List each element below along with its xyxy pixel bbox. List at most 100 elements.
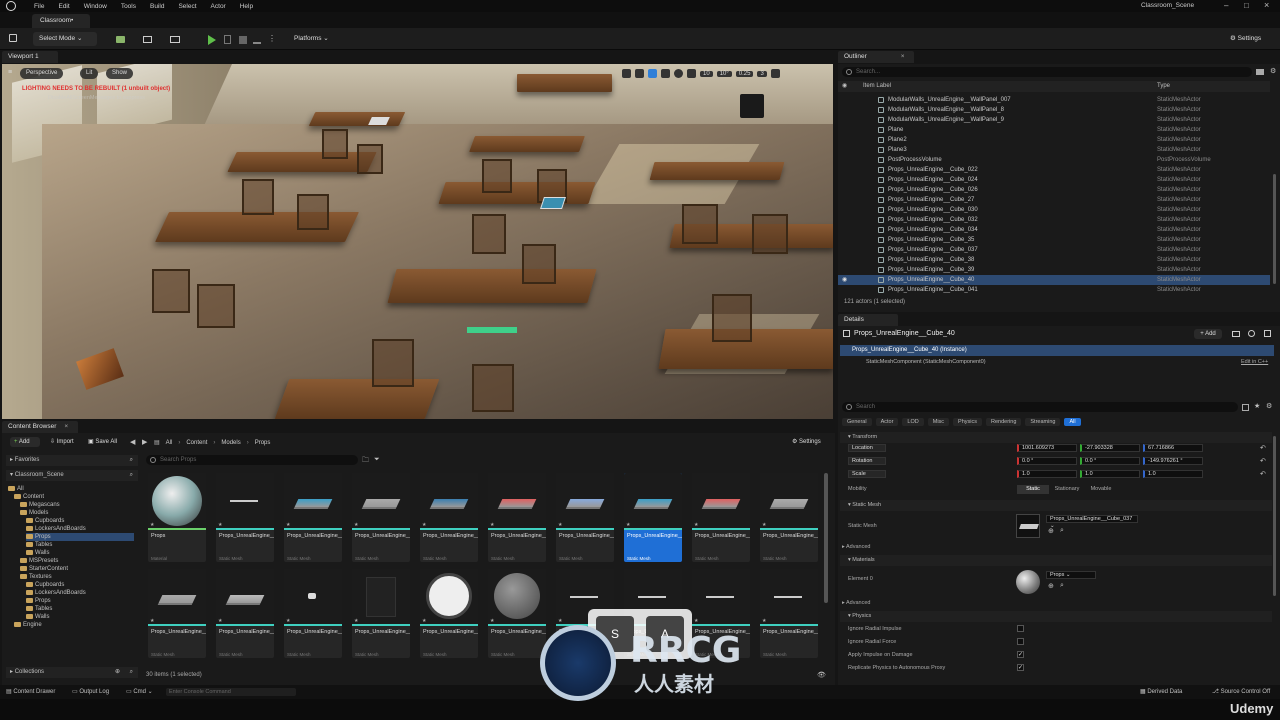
filter-tab-all[interactable]: All: [1064, 417, 1081, 426]
chair[interactable]: [242, 179, 274, 215]
desk[interactable]: [469, 136, 585, 152]
reset-icon[interactable]: ↶: [1260, 470, 1266, 478]
menu-actor[interactable]: Actor: [211, 3, 226, 10]
filter-tab-streaming[interactable]: Streaming: [1025, 417, 1061, 426]
outliner-tab[interactable]: Outliner ×: [838, 51, 914, 63]
desk[interactable]: [274, 379, 440, 419]
chair[interactable]: [372, 339, 414, 387]
star-icon[interactable]: ★: [490, 522, 494, 528]
menu-build[interactable]: Build: [150, 3, 164, 10]
desk[interactable]: [387, 269, 597, 303]
project-header[interactable]: ▾ Classroom_Scene ⌕: [6, 470, 138, 481]
viewport-tab[interactable]: Viewport 1: [2, 51, 58, 63]
advanced-toggle[interactable]: ▸ Advanced: [842, 544, 870, 550]
asset-tile[interactable]: ★ Props_UnrealEngine__Cylinder_001 Static …: [352, 569, 410, 658]
add-collection-icon[interactable]: ⊕: [115, 667, 120, 678]
chair[interactable]: [197, 284, 235, 328]
chair[interactable]: [482, 159, 512, 193]
filter-tab-general[interactable]: General: [842, 417, 872, 426]
import-button[interactable]: ⇩ Import: [50, 437, 74, 447]
mobility-movable-button[interactable]: Movable: [1085, 485, 1117, 494]
star-icon[interactable]: ★: [694, 522, 698, 528]
outliner-row[interactable]: Props_UnrealEngine__Cube_38 StaticMeshAct…: [838, 255, 1270, 265]
maximize-viewport-icon[interactable]: [770, 69, 780, 78]
select-mode-dropdown[interactable]: Select Mode ⌄: [33, 32, 97, 46]
outliner-row[interactable]: Props_UnrealEngine__Cube_030 StaticMeshAc…: [838, 205, 1270, 215]
transform-section[interactable]: ▾ Transform: [840, 432, 1272, 443]
outliner-row[interactable]: Plane3 StaticMeshActor: [838, 145, 1270, 155]
rotation-z-field[interactable]: -149.976261 °: [1143, 457, 1203, 465]
help-icon[interactable]: [1248, 330, 1255, 337]
breadcrumb-item[interactable]: Props: [255, 440, 271, 446]
filter-tab-misc[interactable]: Misc: [927, 417, 950, 426]
add-component-button[interactable]: + Add: [1194, 329, 1222, 339]
grid-view-icon[interactable]: [1242, 404, 1249, 411]
asset-tile[interactable]: ★ Props_UnrealEngine__Cube_037 Static Mesh: [624, 473, 682, 562]
star-icon[interactable]: ★: [150, 618, 154, 624]
star-icon[interactable]: ★: [558, 522, 562, 528]
folder-tree-item[interactable]: Walls: [26, 613, 134, 621]
breadcrumb-item[interactable]: All: [166, 440, 173, 446]
save-all-button[interactable]: ▣ Save All: [88, 437, 117, 447]
folder-tree-item[interactable]: Tables: [26, 541, 134, 549]
chair[interactable]: [522, 244, 556, 284]
folder-tree-item[interactable]: Walls: [26, 549, 134, 557]
physics-checkbox[interactable]: ✓: [1017, 664, 1024, 671]
asset-tile[interactable]: ★ Props_UnrealEngine__Cube_030 Static Mesh: [420, 473, 478, 562]
folder-add-icon[interactable]: [1256, 69, 1264, 75]
folder-tree-item[interactable]: Tables: [26, 605, 134, 613]
more-options-icon[interactable]: ⋮: [268, 34, 276, 43]
visibility-eye-icon[interactable]: ◉: [842, 275, 847, 285]
star-icon[interactable]: ★: [1254, 402, 1260, 410]
star-icon[interactable]: ★: [218, 522, 222, 528]
use-selected-icon[interactable]: ⊕: [1048, 582, 1054, 590]
search-icon[interactable]: ⌕: [130, 470, 133, 481]
details-tab[interactable]: Details: [838, 314, 898, 326]
minimize-icon[interactable]: –: [1224, 1, 1228, 10]
outliner-row[interactable]: Props_UnrealEngine__Cube_041 StaticMeshAc…: [838, 285, 1270, 295]
filter-tab-physics[interactable]: Physics: [953, 417, 982, 426]
folder-tree-item[interactable]: Props: [26, 533, 134, 541]
folder-tree-item[interactable]: Engine: [14, 621, 134, 629]
filter-tab-actor[interactable]: Actor: [875, 417, 899, 426]
cinematics-icon[interactable]: [170, 36, 180, 43]
star-icon[interactable]: ★: [558, 618, 562, 624]
details-search-input[interactable]: Search: [842, 402, 1238, 412]
derived-data-button[interactable]: ▦ Derived Data: [1140, 685, 1182, 699]
mesh-thumbnail[interactable]: [1016, 514, 1040, 538]
breadcrumb-item[interactable]: Models: [221, 440, 240, 446]
col-type[interactable]: Type: [1157, 81, 1170, 92]
menu-help[interactable]: Help: [240, 3, 253, 10]
asset-tile[interactable]: ★ Props_UnrealEngine__Cube_042 Static Mesh: [760, 473, 818, 562]
outliner-row[interactable]: Props_UnrealEngine__Cube_026 StaticMeshAc…: [838, 185, 1270, 195]
location-z-field[interactable]: 67.716866: [1143, 444, 1203, 452]
rotation-snap-value[interactable]: 10°: [716, 70, 732, 77]
breadcrumb-item[interactable]: Content: [186, 440, 207, 446]
folder-tree-item[interactable]: Textures: [20, 573, 134, 581]
search-icon[interactable]: ⌕: [130, 455, 133, 466]
surface-snap-icon[interactable]: [687, 69, 696, 78]
desk[interactable]: [438, 182, 596, 204]
book-prop[interactable]: [368, 117, 390, 125]
teacher-desk[interactable]: [517, 74, 612, 92]
outliner-row[interactable]: Props_UnrealEngine__Cube_024 StaticMeshAc…: [838, 175, 1270, 185]
save-icon[interactable]: [9, 34, 17, 42]
physics-section[interactable]: ▾ Physics: [840, 611, 1272, 622]
play-icon[interactable]: [208, 35, 216, 45]
level-viewport[interactable]: ≡ Perspective Lit Show LIGHTING NEEDS TO…: [2, 64, 833, 419]
chair[interactable]: [472, 214, 506, 254]
rotate-tool-icon[interactable]: [648, 69, 657, 78]
mobility-stationary-button[interactable]: Stationary: [1051, 485, 1083, 494]
asset-tile[interactable]: ★ Props Material: [148, 473, 206, 562]
viewport-menu-icon[interactable]: ≡: [8, 69, 12, 76]
content-drawer-button[interactable]: ▤ Content Drawer: [6, 685, 55, 699]
browse-icon[interactable]: ⌕: [1060, 527, 1064, 535]
star-icon[interactable]: ★: [422, 522, 426, 528]
outliner-row[interactable]: Props_UnrealEngine__Cube_39 StaticMeshAct…: [838, 265, 1270, 275]
star-icon[interactable]: ★: [694, 618, 698, 624]
materials-section[interactable]: ▾ Materials: [840, 555, 1272, 566]
settings-button[interactable]: ⚙ Settings: [1224, 32, 1274, 46]
lock-icon[interactable]: [1264, 330, 1271, 337]
asset-tile[interactable]: ★ Props_UnrealEngine__Cube_024 Static Mesh: [284, 473, 342, 562]
add-button[interactable]: + Add: [10, 437, 40, 447]
